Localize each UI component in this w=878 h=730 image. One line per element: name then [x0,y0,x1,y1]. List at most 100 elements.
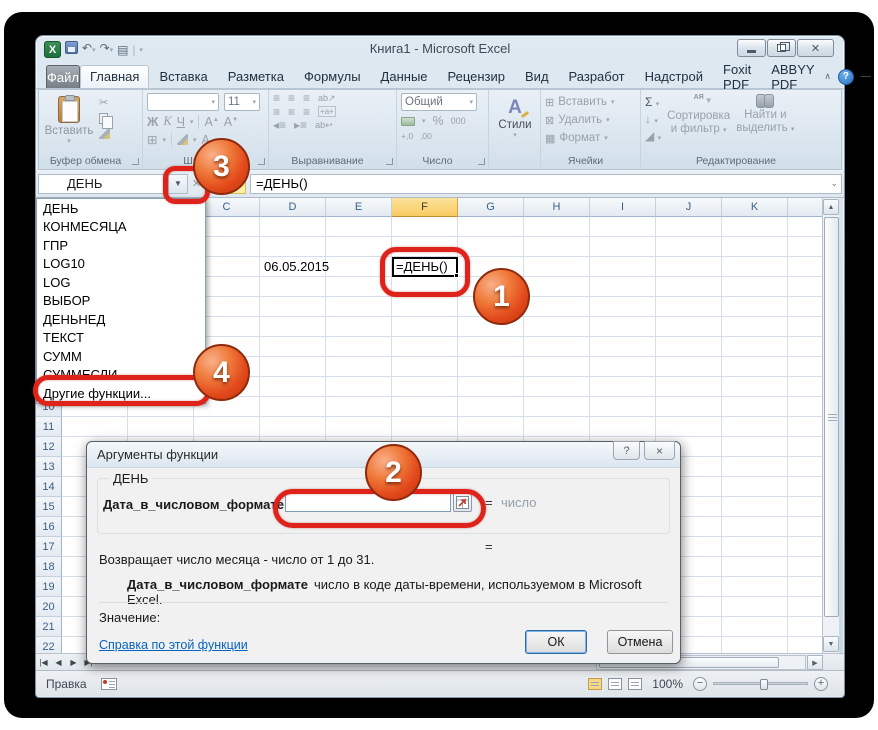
tab-надстрой[interactable]: Надстрой [635,65,713,88]
borders-button[interactable]: ⊞ [147,132,157,147]
font-name-select[interactable]: ▾ [147,93,219,111]
column-header-J[interactable]: J [656,198,722,217]
help-icon[interactable]: ? [838,69,854,85]
function-help-link[interactable]: Справка по этой функции [99,638,248,652]
excel-logo-icon[interactable]: X [44,41,61,58]
align-right-icon[interactable]: ≡ [303,107,310,117]
vertical-scrollbar[interactable]: ▲ ▼ [822,198,839,653]
page-break-view-icon[interactable] [628,678,642,690]
dialog-close-button[interactable]: × [644,441,675,460]
align-left-icon[interactable]: ≡ [273,107,280,117]
column-header-H[interactable]: H [524,198,590,217]
tab-вставка[interactable]: Вставка [149,65,217,88]
percent-style-button[interactable]: % [433,114,444,128]
function-item-конмесяца[interactable]: КОНМЕСЯЦА [37,218,205,237]
tab-главная[interactable]: Главная [80,65,149,88]
column-header-D[interactable]: D [260,198,326,217]
font-size-select[interactable]: 11▾ [224,93,260,111]
row-header-21[interactable]: 21 [36,617,62,637]
fill-button[interactable]: ↓ ▾ [645,112,661,126]
tab-разметка[interactable]: Разметка [218,65,294,88]
wrap-text-icon[interactable]: ab↩ [315,120,333,130]
cancel-button[interactable]: Отмена [607,630,673,654]
format-painter-icon[interactable] [99,128,110,139]
orientation-icon[interactable]: ab↗ [318,93,336,103]
redo-button[interactable]: ↷▾ [100,40,114,59]
row-header-11[interactable]: 11 [36,417,62,437]
row-header-19[interactable]: 19 [36,577,62,597]
dialog-launcher-icon[interactable] [132,158,139,165]
decrease-indent-icon[interactable]: ◂≡ [273,120,286,130]
autosum-button[interactable]: Σ ▾ [645,95,661,109]
styles-button[interactable]: А Стили ▾ [493,93,537,139]
tab-рецензир[interactable]: Рецензир [438,65,516,88]
accounting-format-icon[interactable] [401,117,415,126]
restore-button[interactable] [767,39,796,57]
scroll-right-icon[interactable]: ▶ [807,655,823,670]
align-bottom-icon[interactable]: ≡ [303,93,310,103]
tab-file[interactable]: Файл [46,65,80,88]
row-header-22[interactable]: 22 [36,637,62,653]
row-header-15[interactable]: 15 [36,497,62,517]
vertical-scrollbar-thumb[interactable] [824,217,839,617]
normal-view-icon[interactable] [588,678,602,690]
number-format-select[interactable]: Общий▾ [401,93,477,111]
function-item-деньнед[interactable]: ДЕНЬНЕД [37,310,205,329]
paste-button[interactable]: Вставить ▾ [43,93,95,146]
align-middle-icon[interactable]: ≡ [288,93,295,103]
cell-D3[interactable]: 06.05.2015 [260,257,326,277]
underline-button[interactable]: Ч [177,115,185,129]
dialog-help-button[interactable]: ? [613,441,640,460]
function-item-гпр[interactable]: ГПР [37,236,205,255]
zoom-slider-thumb[interactable] [760,679,768,690]
shrink-font-button[interactable]: А▼ [224,115,238,129]
bold-button[interactable]: Ж [147,115,158,129]
cut-icon[interactable]: ✂ [99,96,110,109]
row-header-13[interactable]: 13 [36,457,62,477]
next-sheet-icon[interactable]: ▶ [66,658,81,667]
ok-button[interactable]: ОК [525,630,587,654]
save-button[interactable] [65,41,78,58]
merge-center-icon[interactable]: +a+ [318,106,336,117]
prev-sheet-icon[interactable]: ◀ [51,658,66,667]
qat-customize-button[interactable]: ▾ [139,40,143,59]
function-item-сумм[interactable]: СУММ [37,347,205,366]
function-item-текст[interactable]: ТЕКСТ [37,329,205,348]
first-sheet-icon[interactable]: |◀ [36,658,51,667]
zoom-out-icon[interactable]: − [693,677,707,691]
column-header-G[interactable]: G [458,198,524,217]
macro-record-icon[interactable] [101,678,117,690]
tab-данные[interactable]: Данные [371,65,438,88]
sort-filter-button[interactable]: АЯ Сортировка и фильтр ▾ [667,93,730,143]
close-button[interactable]: ✕ [797,39,834,57]
insert-cells-button[interactable]: ⊞ Вставить▾ [545,93,636,111]
tab-разработ[interactable]: Разработ [559,65,635,88]
column-header-F[interactable]: F [392,198,458,217]
row-header-12[interactable]: 12 [36,437,62,457]
increase-indent-icon[interactable]: ▸≡ [294,120,307,130]
name-box[interactable]: ДЕНЬ [38,174,168,194]
function-item-выбор[interactable]: ВЫБОР [37,292,205,311]
scroll-down-icon[interactable]: ▼ [823,636,839,652]
tab-вид[interactable]: Вид [515,65,559,88]
fill-color-icon[interactable] [177,134,188,145]
grow-font-button[interactable]: А▲ [204,115,218,129]
row-header-18[interactable]: 18 [36,557,62,577]
dialog-launcher-icon[interactable] [258,158,265,165]
delete-cells-button[interactable]: ⊠ Удалить▾ [545,111,636,129]
function-item-log[interactable]: LOG [37,273,205,292]
italic-button[interactable]: К [163,114,171,129]
column-header-K[interactable]: K [722,198,788,217]
tab-формулы[interactable]: Формулы [294,65,371,88]
dialog-launcher-icon[interactable] [386,158,393,165]
row-header-16[interactable]: 16 [36,517,62,537]
copy-icon[interactable] [99,113,108,124]
decrease-decimal-icon[interactable]: ,00 [420,131,432,141]
row-header-20[interactable]: 20 [36,597,62,617]
clear-button[interactable]: ◢ ▾ [645,129,661,143]
function-item-log10[interactable]: LOG10 [37,255,205,274]
workbook-minimize-icon[interactable]: — [861,71,871,82]
row-header-14[interactable]: 14 [36,477,62,497]
undo-button[interactable]: ↶▾ [82,40,96,59]
zoom-in-icon[interactable]: + [814,677,828,691]
